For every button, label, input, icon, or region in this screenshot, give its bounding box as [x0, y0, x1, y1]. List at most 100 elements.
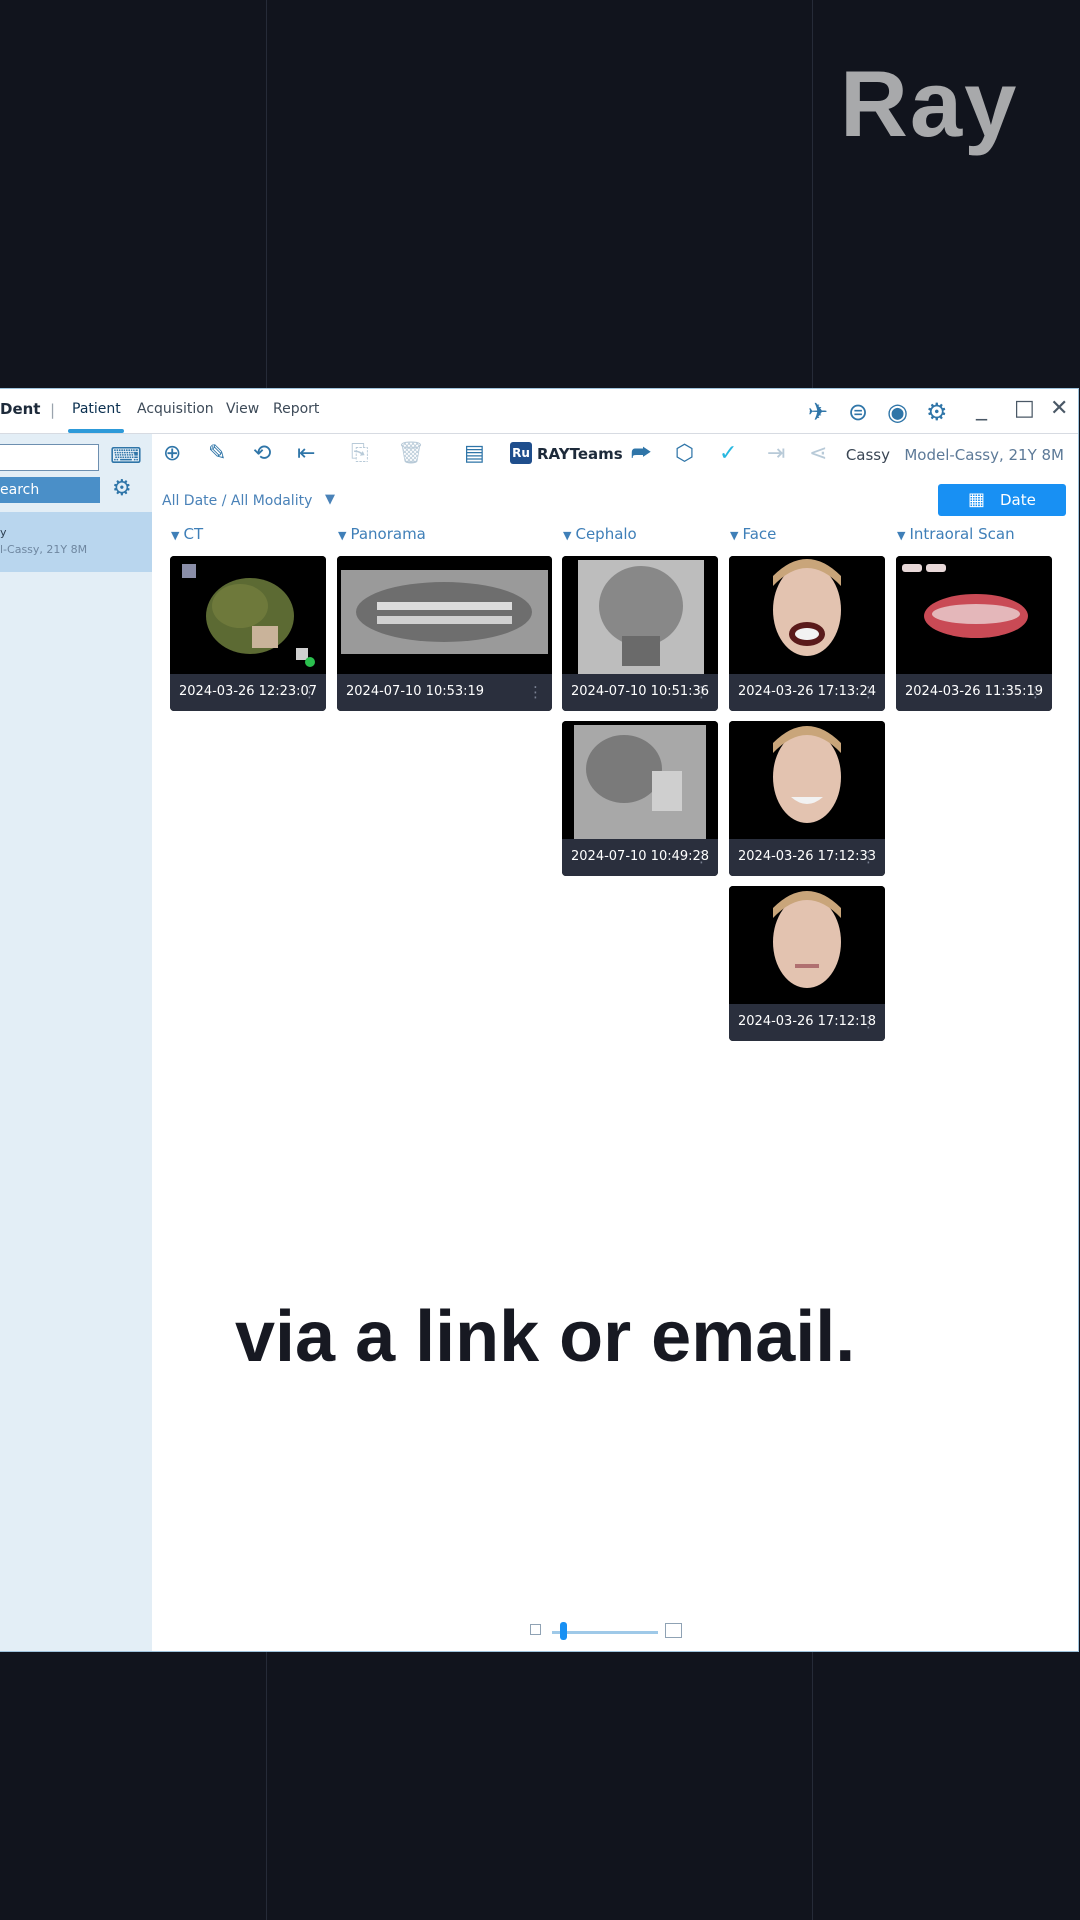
- caret-down-icon: ▼: [563, 529, 572, 542]
- airplane-icon[interactable]: ✈: [808, 398, 828, 426]
- current-patient: Cassy Model-Cassy, 21Y 8M: [846, 446, 1064, 464]
- card-footer: 2024-03-26 17:12:33 ⋮: [729, 839, 885, 876]
- gear-icon[interactable]: ⚙: [926, 398, 948, 426]
- more-icon[interactable]: ⋮: [1028, 683, 1043, 701]
- face-thumbnail: [729, 556, 885, 674]
- patient-list-item[interactable]: y l-Cassy, 21Y 8M: [0, 512, 152, 572]
- search-settings-icon[interactable]: ⚙: [112, 476, 132, 501]
- trash-icon[interactable]: 🗑: [397, 441, 425, 466]
- video-caption: via a link or email.: [235, 1297, 856, 1377]
- cube-check-icon[interactable]: ⬡: [675, 441, 694, 466]
- edit-patient-icon[interactable]: ✎: [208, 441, 226, 466]
- study-date: 2024-03-26 12:23:07: [179, 684, 318, 699]
- study-card-face[interactable]: 2024-03-26 17:12:33 ⋮: [729, 721, 885, 876]
- study-date: 2024-03-26 17:12:33: [738, 849, 877, 864]
- patient-name-label: Cassy: [845, 446, 891, 464]
- patient-detail-label: Model-Cassy, 21Y 8M: [904, 446, 1064, 464]
- more-icon[interactable]: ⋮: [694, 683, 709, 701]
- caret-down-icon: ▼: [338, 529, 347, 542]
- card-footer: 2024-07-10 10:49:28 ⋮: [562, 839, 718, 876]
- maximize-icon[interactable]: □: [1014, 396, 1035, 421]
- study-card-face[interactable]: 2024-03-26 17:13:24 ⋮: [729, 556, 885, 711]
- card-footer: 2024-07-10 10:53:19 ⋮: [337, 674, 552, 711]
- caret-down-icon: ▼: [897, 529, 906, 542]
- ray-logo: Ray: [840, 51, 1019, 156]
- more-icon[interactable]: ⋮: [861, 1013, 876, 1031]
- more-icon[interactable]: ⋮: [528, 683, 543, 701]
- filter-dropdown[interactable]: All Date / All Modality: [162, 493, 312, 509]
- calendar-icon: ▦: [968, 489, 986, 510]
- zoom-slider[interactable]: [552, 1631, 658, 1634]
- patient-sidebar: ⌨ earch ⚙ y l-Cassy, 21Y 8M: [0, 434, 152, 1651]
- menu-acquisition[interactable]: Acquisition: [137, 401, 214, 417]
- card-footer: 2024-07-10 10:51:36 ⋮: [562, 674, 718, 711]
- column-header-ct[interactable]: ▼ CT: [171, 525, 203, 543]
- merge-patient-icon[interactable]: ⟲: [253, 441, 271, 466]
- zoom-out-icon[interactable]: [530, 1624, 541, 1635]
- add-patient-icon[interactable]: ⊕: [163, 441, 181, 466]
- study-browser: ⊕ ✎ ⟲ ⇤ ⎘ 🗑 ▤ Ru RAYTeams ⮫ ⬡ ✓ ⇥ ⋖ Cass…: [153, 434, 1078, 1651]
- document-icon[interactable]: ▤: [464, 441, 485, 466]
- app-window: Dent | Patient Acquisition View Report ✈…: [0, 388, 1079, 1652]
- study-card-cephalo[interactable]: 2024-07-10 10:49:28 ⋮: [562, 721, 718, 876]
- chevron-down-icon[interactable]: ▼: [325, 492, 335, 507]
- study-card-ct[interactable]: 2024-03-26 12:23:07 ⋮: [170, 556, 326, 711]
- share-icon[interactable]: ⮫: [631, 441, 651, 466]
- search-button[interactable]: earch: [0, 477, 100, 503]
- column-header-intraoral-scan[interactable]: ▼ Intraoral Scan: [897, 525, 1015, 543]
- more-icon[interactable]: ⋮: [861, 683, 876, 701]
- active-tab-indicator: [68, 429, 124, 433]
- cephalo-thumbnail: [562, 721, 718, 839]
- import-icon[interactable]: ⇤: [297, 441, 315, 466]
- card-footer: 2024-03-26 17:13:24 ⋮: [729, 674, 885, 711]
- rayteams-logo[interactable]: Ru: [510, 442, 532, 464]
- study-date: 2024-03-26 11:35:19: [905, 684, 1044, 699]
- column-header-face[interactable]: ▼ Face: [730, 525, 776, 543]
- study-date: 2024-07-10 10:49:28: [571, 849, 710, 864]
- more-icon[interactable]: ⋮: [302, 683, 317, 701]
- share-network-icon[interactable]: ⋖: [809, 441, 827, 466]
- menu-patient[interactable]: Patient: [72, 401, 121, 417]
- more-icon[interactable]: ⋮: [694, 848, 709, 866]
- study-date: 2024-07-10 10:51:36: [571, 684, 710, 699]
- study-card-panorama[interactable]: 2024-07-10 10:53:19 ⋮: [337, 556, 552, 711]
- cephalo-thumbnail: [562, 556, 718, 674]
- column-header-cephalo[interactable]: ▼ Cephalo: [563, 525, 637, 543]
- menu-view[interactable]: View: [226, 401, 259, 417]
- study-date: 2024-03-26 17:12:18: [738, 1014, 877, 1029]
- face-thumbnail: [729, 721, 885, 839]
- patient-name: y: [0, 526, 7, 539]
- column-header-panorama[interactable]: ▼ Panorama: [338, 525, 426, 543]
- card-footer: 2024-03-26 17:12:18 ⋮: [729, 1004, 885, 1041]
- network-icon[interactable]: ⊜: [848, 398, 868, 426]
- study-date: 2024-03-26 17:13:24: [738, 684, 877, 699]
- study-card-intraoral-scan[interactable]: 2024-03-26 11:35:19 ⋮: [896, 556, 1052, 711]
- caret-down-icon: ▼: [171, 529, 180, 542]
- logout-icon[interactable]: ⇥: [767, 441, 785, 466]
- panorama-thumbnail: [337, 556, 552, 674]
- zoom-slider-handle[interactable]: [560, 1622, 567, 1640]
- rayteams-check-icon[interactable]: ✓: [719, 441, 737, 466]
- study-date: 2024-07-10 10:53:19: [346, 684, 485, 699]
- close-icon[interactable]: ✕: [1050, 396, 1068, 421]
- face-thumbnail: [729, 886, 885, 1004]
- intraoral-thumbnail: [896, 556, 1052, 674]
- export-icon[interactable]: ⎘: [351, 441, 369, 466]
- study-card-face[interactable]: 2024-03-26 17:12:18 ⋮: [729, 886, 885, 1041]
- date-sort-button[interactable]: ▦ Date: [938, 484, 1066, 516]
- search-input[interactable]: [0, 444, 99, 471]
- study-card-cephalo[interactable]: 2024-07-10 10:51:36 ⋮: [562, 556, 718, 711]
- keyboard-icon[interactable]: ⌨: [110, 444, 142, 469]
- minimize-icon[interactable]: _: [976, 396, 987, 421]
- caret-down-icon: ▼: [730, 529, 739, 542]
- ct-thumbnail: [170, 556, 326, 674]
- zoom-in-icon[interactable]: [665, 1623, 682, 1638]
- user-account-icon[interactable]: ◉: [887, 398, 908, 426]
- menu-report[interactable]: Report: [273, 401, 319, 417]
- title-bar: Dent | Patient Acquisition View Report ✈…: [0, 389, 1078, 434]
- card-footer: 2024-03-26 12:23:07 ⋮: [170, 674, 326, 711]
- more-icon[interactable]: ⋮: [861, 848, 876, 866]
- card-footer: 2024-03-26 11:35:19 ⋮: [896, 674, 1052, 711]
- rayteams-button[interactable]: RAYTeams: [537, 445, 623, 463]
- brand-separator: |: [50, 401, 56, 419]
